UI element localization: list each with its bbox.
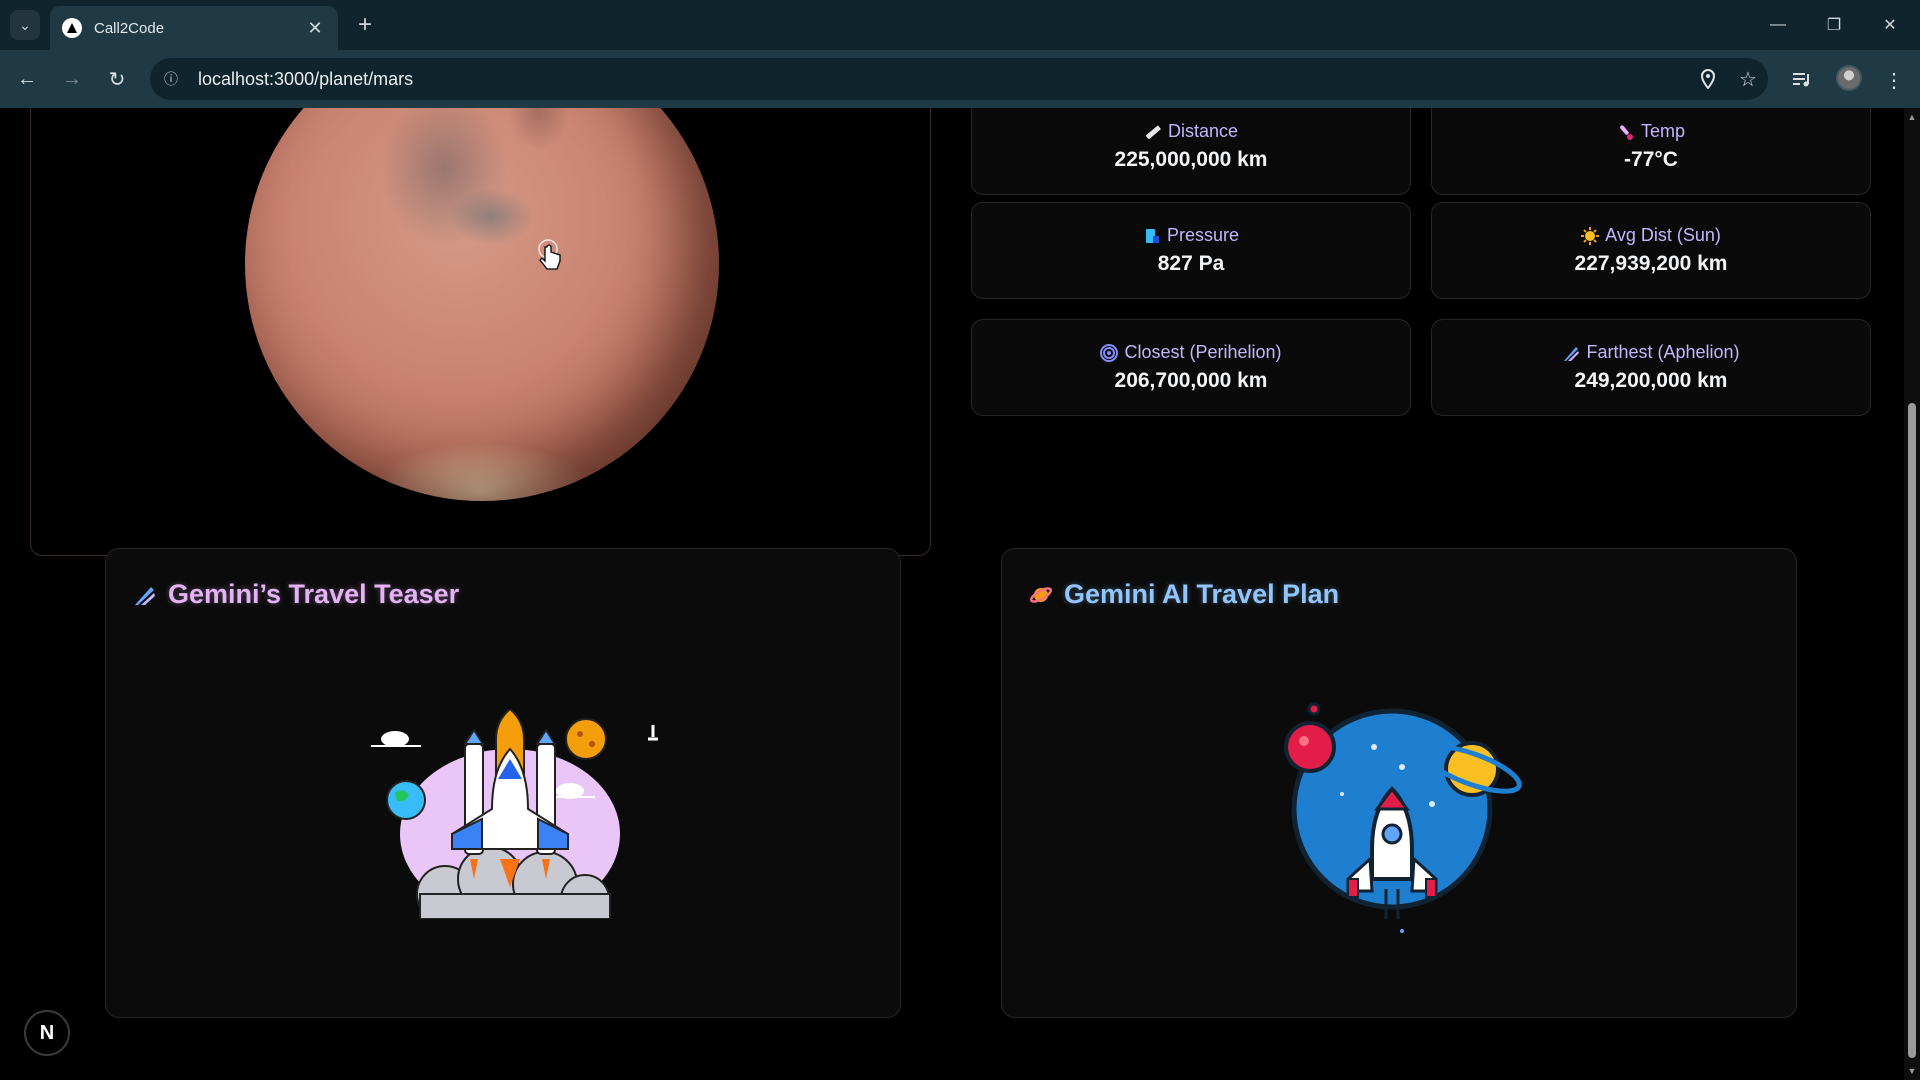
sun-icon: [1581, 226, 1600, 245]
stat-card-closest: Closest (Perihelion) 206,700,000 km: [971, 319, 1411, 416]
reload-icon: ↻: [108, 68, 126, 91]
browser-toolbar: ← → ↻ ⓘ localhost:3000/planet/mars ☆ ⋮: [0, 50, 1920, 108]
rocket-launch-illustration: [371, 709, 658, 919]
comet-icon: [132, 582, 158, 608]
scroll-up-icon[interactable]: ▲: [1907, 112, 1917, 122]
arrow-right-icon: →: [62, 67, 82, 90]
forward-button[interactable]: →: [55, 62, 89, 96]
scroll-down-icon[interactable]: ▼: [1907, 1066, 1917, 1076]
travel-teaser-card: Gemini’s Travel Teaser: [105, 548, 901, 1018]
tab-title: Call2Code: [94, 19, 165, 37]
reload-button[interactable]: ↻: [100, 62, 134, 96]
restore-button[interactable]: ❐: [1806, 0, 1862, 50]
page-scrollbar[interactable]: ▲ ▼: [1904, 108, 1920, 1080]
browser-titlebar: ⌄ Call2Code ✕ + — ❐ ✕: [0, 0, 1920, 50]
arrow-left-icon: ←: [17, 67, 37, 90]
ruler-icon: [1144, 123, 1162, 141]
back-button[interactable]: ←: [10, 62, 44, 96]
profile-avatar[interactable]: [1836, 65, 1862, 91]
stat-card-temp: Temp -77°C: [1431, 108, 1871, 195]
page-viewport: Distance 225,000,000 km Temp -77°C Press…: [0, 108, 1904, 1080]
browser-tab[interactable]: Call2Code ✕: [50, 6, 338, 50]
media-control-icon[interactable]: [1784, 62, 1820, 98]
comet-icon: [1562, 344, 1580, 362]
stat-label: Temp: [1640, 121, 1685, 141]
planet-image-card: [30, 108, 931, 556]
stat-card-pressure: Pressure 827 Pa: [971, 202, 1411, 299]
stat-label: Farthest (Aphelion): [1586, 342, 1740, 362]
bookmark-star-icon[interactable]: ☆: [1728, 59, 1768, 99]
close-window-button[interactable]: ✕: [1862, 0, 1918, 50]
stat-card-avg-dist: Avg Dist (Sun) 227,939,200 km: [1431, 202, 1871, 299]
travel-plan-card: Gemini AI Travel Plan: [1001, 548, 1797, 1018]
stat-value: 227,939,200 km: [1574, 252, 1728, 275]
stat-label: Distance: [1167, 121, 1239, 141]
scrollbar-thumb[interactable]: [1908, 403, 1916, 1058]
nextjs-dev-tools-button[interactable]: N: [24, 1010, 70, 1056]
planet-icon: [1028, 582, 1054, 608]
stat-value: 827 Pa: [1157, 252, 1225, 275]
menu-kebab-icon[interactable]: ⋮: [1876, 62, 1912, 98]
favicon-icon: [62, 18, 82, 38]
thermometer-icon: [1617, 123, 1635, 141]
travel-plan-title: Gemini AI Travel Plan: [1064, 579, 1340, 609]
new-tab-button[interactable]: +: [350, 10, 380, 40]
stat-value: 206,700,000 km: [1114, 369, 1268, 392]
spiral-icon: [1100, 343, 1119, 362]
address-bar[interactable]: ⓘ localhost:3000/planet/mars ☆: [150, 58, 1768, 100]
stat-card-farthest: Farthest (Aphelion) 249,200,000 km: [1431, 319, 1871, 416]
mars-planet-image[interactable]: [245, 108, 719, 501]
stat-label: Avg Dist (Sun): [1605, 225, 1721, 245]
hand-pointer-cursor-icon: [538, 239, 561, 270]
travel-teaser-title: Gemini’s Travel Teaser: [168, 579, 460, 609]
rocket-planet-illustration: [1284, 702, 1522, 933]
location-icon[interactable]: [1688, 59, 1728, 99]
close-tab-icon[interactable]: ✕: [304, 18, 326, 39]
stat-label: Pressure: [1166, 225, 1240, 245]
chevron-down-icon: ⌄: [19, 16, 31, 33]
stat-label: Closest (Perihelion): [1124, 342, 1282, 362]
gauge-icon: [1143, 227, 1161, 245]
stat-value: -77°C: [1624, 148, 1678, 171]
url-text[interactable]: localhost:3000/planet/mars: [198, 69, 1688, 90]
site-info-icon[interactable]: ⓘ: [154, 62, 188, 96]
stat-value: 225,000,000 km: [1114, 148, 1268, 171]
minimize-button[interactable]: —: [1750, 0, 1806, 50]
stat-card-distance: Distance 225,000,000 km: [971, 108, 1411, 195]
tab-search-button[interactable]: ⌄: [10, 10, 40, 40]
stat-value: 249,200,000 km: [1574, 369, 1728, 392]
